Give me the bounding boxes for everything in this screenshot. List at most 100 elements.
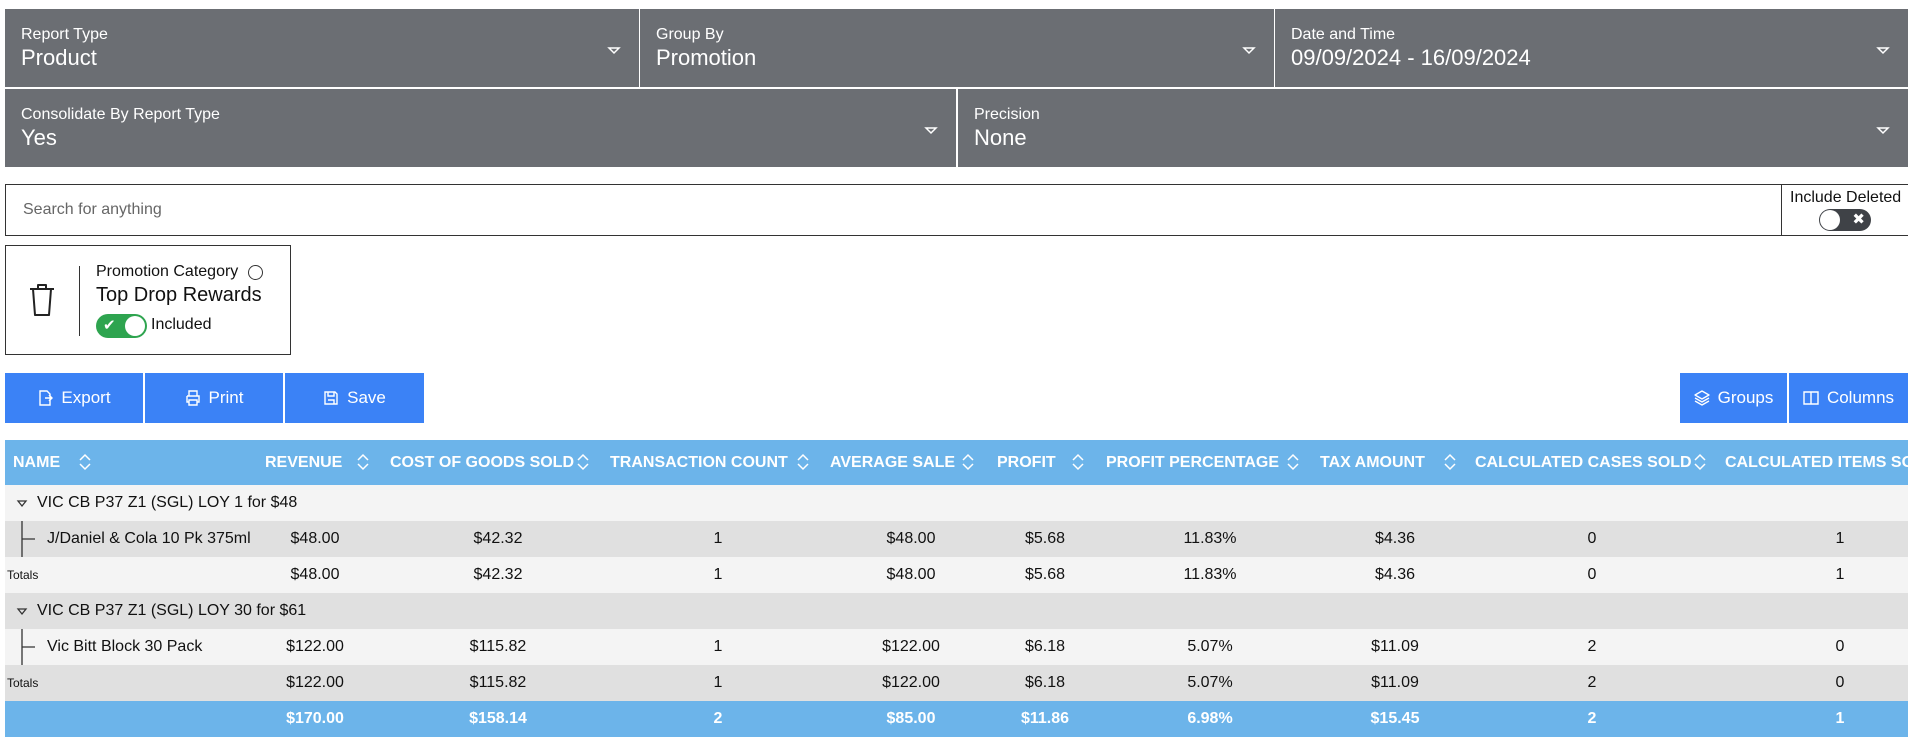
revenue-cell: $122.00 xyxy=(286,638,344,655)
group-by-select[interactable]: Group By Promotion xyxy=(640,9,1274,87)
totals-label: Totals xyxy=(7,568,39,582)
tree-branch-icon xyxy=(21,521,35,557)
profit-percentage-cell: 6.98% xyxy=(1187,710,1233,727)
chevron-down-icon xyxy=(924,127,938,135)
item-name: J/Daniel & Cola 10 Pk 375ml xyxy=(47,530,251,547)
tax-amount-cell: $4.36 xyxy=(1374,566,1416,583)
check-icon: ✔ xyxy=(103,317,116,334)
totals-row: Totals $122.00 $115.82 1 $122.00 $6.18 5… xyxy=(5,665,1908,701)
sort-icon[interactable] xyxy=(1694,453,1706,471)
columns-label: Columns xyxy=(1826,388,1895,407)
col-tax-amount[interactable]: TAX AMOUNT xyxy=(1320,440,1425,485)
profit-cell: $5.68 xyxy=(1024,530,1066,547)
items-sold-cell: 0 xyxy=(1835,674,1845,691)
tax-amount-cell: $15.45 xyxy=(1370,710,1420,727)
print-icon xyxy=(185,390,200,406)
table-row[interactable]: J/Daniel & Cola 10 Pk 375ml $48.00 $42.3… xyxy=(5,521,1908,557)
col-calculated-cases-sold[interactable]: CALCULATED CASES SOLD xyxy=(1475,440,1692,485)
consolidate-value: Yes xyxy=(21,125,57,150)
export-icon xyxy=(39,390,54,406)
sort-icon[interactable] xyxy=(1287,453,1299,471)
columns-button[interactable]: Columns xyxy=(1789,373,1908,423)
groups-label: Groups xyxy=(1717,388,1774,407)
col-name[interactable]: NAME xyxy=(13,440,60,485)
tax-amount-cell: $11.09 xyxy=(1371,638,1419,655)
col-cost-of-goods-sold[interactable]: COST OF GOODS SOLD xyxy=(390,440,574,485)
sort-icon[interactable] xyxy=(962,453,974,471)
average-sale-cell: $48.00 xyxy=(886,530,936,547)
items-sold-cell: 1 xyxy=(1835,710,1845,727)
group-row[interactable]: VIC CB P37 Z1 (SGL) LOY 1 for $48 xyxy=(5,485,1908,521)
sort-icon[interactable] xyxy=(797,453,809,471)
cases-sold-cell: 2 xyxy=(1587,638,1597,655)
cases-sold-cell: 0 xyxy=(1587,566,1597,583)
group-title: VIC CB P37 Z1 (SGL) LOY 1 for $48 xyxy=(37,494,298,511)
table-row[interactable]: Vic Bitt Block 30 Pack $122.00 $115.82 1… xyxy=(5,629,1908,665)
tax-amount-cell: $4.36 xyxy=(1374,530,1416,547)
search-box xyxy=(5,184,1782,236)
col-calculated-items-sold[interactable]: CALCULATED ITEMS SOLD xyxy=(1725,440,1908,485)
sort-icon[interactable] xyxy=(1072,453,1084,471)
include-deleted-box: Include Deleted ✖ xyxy=(1781,184,1908,236)
group-by-label: Group By xyxy=(656,26,724,43)
col-average-sale[interactable]: AVERAGE SALE xyxy=(830,440,955,485)
print-button[interactable]: Print xyxy=(145,373,283,423)
filter-chip: Promotion Category Top Drop Rewards ✔ In… xyxy=(5,245,291,355)
sort-icon[interactable] xyxy=(577,453,589,471)
col-transaction-count[interactable]: TRANSACTION COUNT xyxy=(610,440,788,485)
table-header: NAME REVENUE COST OF GOODS SOLD TRANSACT… xyxy=(5,440,1908,485)
profit-cell: $11.86 xyxy=(1020,710,1070,727)
precision-label: Precision xyxy=(974,106,1040,123)
consolidate-label: Consolidate By Report Type xyxy=(21,106,220,123)
print-label: Print xyxy=(208,388,244,407)
sort-icon[interactable] xyxy=(357,453,369,471)
search-input[interactable] xyxy=(6,185,1781,235)
revenue-cell: $122.00 xyxy=(286,674,344,691)
cogs-cell: $42.32 xyxy=(473,566,523,583)
col-profit-percentage[interactable]: PROFIT PERCENTAGE xyxy=(1106,440,1279,485)
trash-icon[interactable] xyxy=(26,282,58,318)
date-time-label: Date and Time xyxy=(1291,26,1396,43)
items-sold-cell: 1 xyxy=(1835,566,1845,583)
item-name: Vic Bitt Block 30 Pack xyxy=(47,638,203,655)
precision-select[interactable]: Precision None xyxy=(958,89,1908,167)
sort-icon[interactable] xyxy=(79,453,91,471)
included-toggle[interactable]: ✔ xyxy=(96,314,147,338)
include-deleted-toggle[interactable]: ✖ xyxy=(1819,209,1871,231)
close-icon: ✖ xyxy=(1852,211,1865,228)
save-button[interactable]: Save xyxy=(285,373,424,423)
items-sold-cell: 1 xyxy=(1835,530,1845,547)
chevron-down-icon[interactable] xyxy=(16,605,28,617)
revenue-cell: $48.00 xyxy=(290,566,340,583)
save-label: Save xyxy=(347,388,386,407)
profit-percentage-cell: 11.83% xyxy=(1183,566,1237,583)
transaction-count-cell: 1 xyxy=(713,566,723,583)
group-by-value: Promotion xyxy=(656,45,757,70)
groups-button[interactable]: Groups xyxy=(1680,373,1787,423)
chevron-down-icon xyxy=(607,47,621,55)
date-time-select[interactable]: Date and Time 09/09/2024 - 16/09/2024 xyxy=(1275,9,1908,87)
col-profit[interactable]: PROFIT xyxy=(997,440,1056,485)
cogs-cell: $115.82 xyxy=(469,638,527,655)
chevron-down-icon[interactable] xyxy=(16,497,28,509)
layers-icon xyxy=(1693,390,1710,406)
revenue-cell: $48.00 xyxy=(290,530,340,547)
export-button[interactable]: Export xyxy=(5,373,143,423)
profit-cell: $6.18 xyxy=(1024,674,1066,691)
profit-cell: $6.18 xyxy=(1024,638,1066,655)
report-type-select[interactable]: Report Type Product xyxy=(5,9,639,87)
average-sale-cell: $122.00 xyxy=(882,638,940,655)
group-row[interactable]: VIC CB P37 Z1 (SGL) LOY 30 for $61 xyxy=(5,593,1908,629)
col-revenue[interactable]: REVENUE xyxy=(265,440,342,485)
grand-totals-row: $170.00 $158.14 2 $85.00 $11.86 6.98% $1… xyxy=(5,701,1908,737)
sort-icon[interactable] xyxy=(1444,453,1456,471)
radio-icon[interactable] xyxy=(248,265,263,280)
cases-sold-cell: 2 xyxy=(1587,710,1597,727)
consolidate-select[interactable]: Consolidate By Report Type Yes xyxy=(5,89,956,167)
cases-sold-cell: 2 xyxy=(1587,674,1597,691)
toggle-knob xyxy=(125,316,145,336)
cases-sold-cell: 0 xyxy=(1587,530,1597,547)
transaction-count-cell: 2 xyxy=(713,710,723,727)
chevron-down-icon xyxy=(1876,127,1890,135)
date-time-value: 09/09/2024 - 16/09/2024 xyxy=(1291,45,1531,70)
